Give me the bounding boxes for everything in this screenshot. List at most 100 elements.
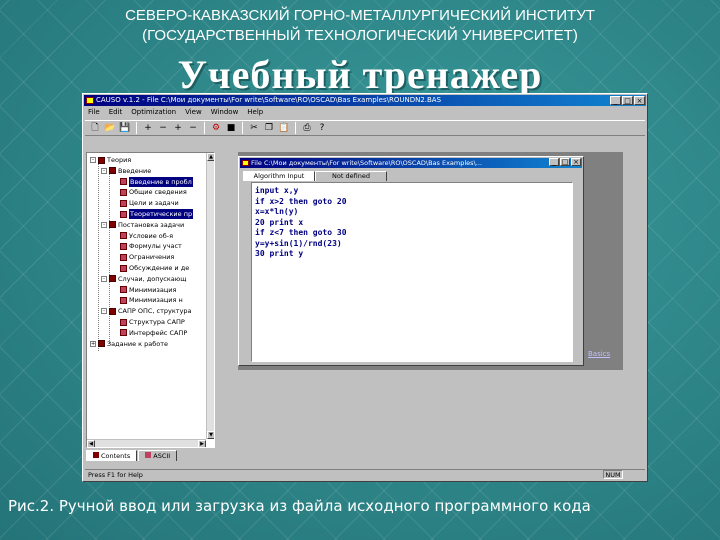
page-icon bbox=[120, 199, 127, 207]
copy-icon[interactable]: ❐ bbox=[263, 122, 275, 134]
scroll-down-icon[interactable]: ▼ bbox=[207, 431, 214, 439]
tree-vertical-scrollbar[interactable]: ▲ ▼ bbox=[206, 153, 214, 439]
tree-item-label: Постановка задачи bbox=[118, 220, 185, 229]
menu-optimization[interactable]: Optimization bbox=[131, 107, 176, 118]
tab-ascii-label: ASCII bbox=[153, 452, 171, 460]
code-editor[interactable]: input x,y if x>2 then goto 20 x=x*ln(y) 20 … bbox=[251, 182, 573, 362]
tree-item[interactable]: Интерфейс САПР bbox=[112, 328, 187, 338]
book-icon bbox=[98, 340, 105, 348]
collapse-node-icon[interactable]: - bbox=[101, 308, 107, 315]
toolbar-separator bbox=[136, 122, 137, 134]
code-line: 20 print x bbox=[255, 217, 304, 227]
menu-window[interactable]: Window bbox=[211, 107, 239, 118]
page-icon bbox=[120, 329, 127, 337]
collapse-node-icon[interactable]: - bbox=[101, 275, 107, 282]
app-window: CAUSO v.1.2 - File C:\Мои документы\For … bbox=[82, 93, 648, 482]
expand-icon[interactable]: + bbox=[142, 122, 154, 134]
toolbar-separator bbox=[295, 122, 296, 134]
print-icon[interactable]: ⎙ bbox=[301, 122, 313, 134]
scroll-right-icon[interactable]: ▶ bbox=[198, 440, 206, 447]
tree-item[interactable]: + Задание к работе bbox=[90, 339, 168, 349]
tree-item[interactable]: Введение в пробл bbox=[112, 176, 193, 187]
tree-item-label: Ограничения bbox=[129, 253, 175, 262]
slide-title: Учебный тренажер bbox=[177, 52, 543, 97]
collapse-icon[interactable]: − bbox=[157, 122, 169, 134]
tree-guide-line bbox=[109, 173, 110, 343]
save-icon[interactable]: 💾 bbox=[119, 122, 131, 134]
tree-item[interactable]: Минимизация bbox=[112, 285, 176, 295]
help-icon[interactable]: ? bbox=[316, 122, 328, 134]
page-icon bbox=[120, 318, 127, 326]
tree-item[interactable]: Условие об-я bbox=[112, 231, 173, 241]
tree-item[interactable]: Теоретические пр bbox=[112, 209, 194, 219]
new-file-icon[interactable]: 🗋 bbox=[89, 122, 101, 134]
tree-item[interactable]: - Введение bbox=[101, 166, 151, 176]
tree-item[interactable]: Цели и задачи bbox=[112, 198, 179, 208]
app-icon bbox=[86, 97, 94, 104]
tree-item-label: Задание к работе bbox=[107, 339, 169, 348]
maximize-button[interactable]: □ bbox=[622, 96, 633, 105]
tree-item[interactable]: - САПР ОПС, структура bbox=[101, 306, 192, 316]
tree-horizontal-scrollbar[interactable]: ◀ ▶ bbox=[87, 439, 206, 447]
figure-caption: Рис.2. Ручной ввод или загрузка из файла… bbox=[8, 497, 591, 515]
tree-item[interactable]: Обсуждение и де bbox=[112, 263, 189, 273]
menu-view[interactable]: View bbox=[185, 107, 202, 118]
tree-item[interactable]: - Теория bbox=[90, 155, 131, 165]
collapse-node-icon[interactable]: - bbox=[90, 157, 96, 163]
menu-file[interactable]: File bbox=[88, 107, 100, 118]
tree-item[interactable]: Ограничения bbox=[112, 252, 174, 262]
page-icon bbox=[120, 253, 127, 261]
toolbar-separator bbox=[242, 122, 243, 134]
tab-contents[interactable]: Contents bbox=[86, 450, 138, 461]
menu-edit[interactable]: Edit bbox=[109, 107, 123, 118]
tree-item[interactable]: - Постановка задачи bbox=[101, 220, 184, 230]
tree-item[interactable]: Формулы участ bbox=[112, 241, 182, 251]
book-icon bbox=[109, 167, 116, 175]
minimize-button[interactable]: _ bbox=[610, 96, 621, 105]
tab-ascii[interactable]: ASCII bbox=[138, 450, 178, 461]
editor-minimize-button[interactable]: _ bbox=[549, 158, 559, 166]
scroll-left-icon[interactable]: ◀ bbox=[87, 440, 95, 447]
scroll-up-icon[interactable]: ▲ bbox=[207, 153, 214, 161]
bottom-tabs: Contents ASCII bbox=[86, 450, 178, 461]
cut-icon[interactable]: ✂ bbox=[248, 122, 260, 134]
tree-item-label: Формулы участ bbox=[129, 242, 182, 251]
open-folder-icon[interactable]: 📂 bbox=[104, 122, 116, 134]
tree-item[interactable]: Общие сведения bbox=[112, 187, 187, 197]
collapse-node-icon[interactable]: - bbox=[101, 221, 107, 228]
editor-titlebar[interactable]: File C:\Мои документы\For write\Software… bbox=[240, 158, 582, 168]
stop-icon[interactable]: ■ bbox=[225, 122, 237, 134]
tree-item-label: Интерфейс САПР bbox=[129, 328, 188, 337]
tab-algorithm-input[interactable]: Algorithm Input bbox=[243, 171, 315, 181]
tree-item[interactable]: Структура САПР bbox=[112, 317, 185, 327]
toolbar: 🗋 📂 💾 + − + − ⚙ ■ ✂ ❐ 📋 ⎙ ? bbox=[85, 120, 645, 136]
tree-item-label: Теория bbox=[107, 156, 132, 164]
tab-not-defined[interactable]: Not defined bbox=[315, 171, 387, 181]
tree-item-label: Минимизация н bbox=[129, 296, 183, 305]
basics-link[interactable]: Basics bbox=[588, 350, 610, 358]
tree-item-label: Структура САПР bbox=[129, 318, 185, 326]
tree-guide-line bbox=[98, 163, 99, 351]
remove-icon[interactable]: − bbox=[187, 122, 199, 134]
code-line: input x,y bbox=[255, 186, 299, 195]
collapse-node-icon[interactable]: - bbox=[101, 167, 107, 174]
add-icon[interactable]: + bbox=[172, 122, 184, 134]
status-bar: Press F1 for Help NUM bbox=[85, 469, 645, 479]
book-icon bbox=[109, 275, 116, 283]
page-icon bbox=[120, 264, 127, 272]
close-button[interactable]: × bbox=[634, 96, 645, 105]
tree-item[interactable]: - Случаи, допускающ bbox=[101, 274, 186, 284]
editor-close-button[interactable]: × bbox=[571, 158, 581, 166]
page-icon bbox=[120, 178, 127, 186]
code-line: if x>2 then goto 20 bbox=[255, 196, 347, 206]
menu-help[interactable]: Help bbox=[247, 107, 263, 118]
contents-tree[interactable]: - Теория - Введение Введение в пробл Общие св… bbox=[86, 152, 215, 448]
editor-maximize-button[interactable]: □ bbox=[560, 158, 570, 166]
tree-item[interactable]: Минимизация н bbox=[112, 295, 183, 305]
book-icon bbox=[109, 221, 116, 229]
paste-icon[interactable]: 📋 bbox=[278, 122, 290, 134]
expand-node-icon[interactable]: + bbox=[90, 340, 96, 347]
tree-item-label: Случаи, допускающ bbox=[118, 274, 187, 283]
app-titlebar[interactable]: CAUSO v.1.2 - File C:\Мои документы\For … bbox=[84, 95, 646, 106]
run-icon[interactable]: ⚙ bbox=[210, 122, 222, 134]
